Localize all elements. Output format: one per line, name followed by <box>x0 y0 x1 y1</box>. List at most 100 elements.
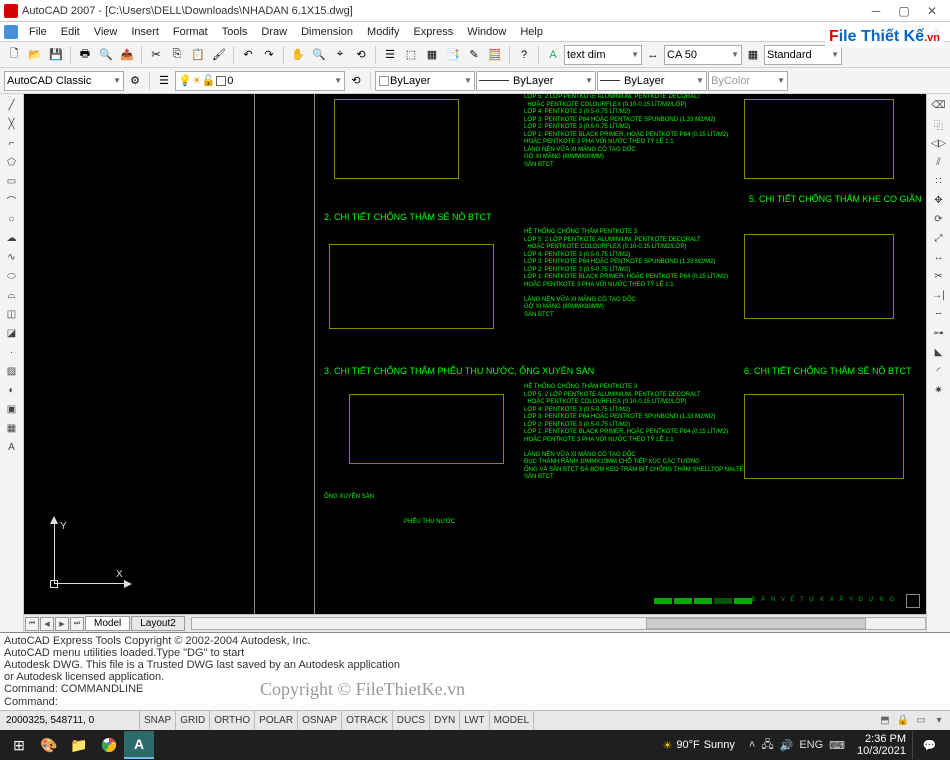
zoom-realtime-icon[interactable]: 🔍 <box>309 45 329 65</box>
trim-icon[interactable]: ✂ <box>930 267 948 285</box>
menu-file[interactable]: File <box>22 24 54 40</box>
design-center-icon[interactable]: ⬚ <box>401 45 421 65</box>
break-icon[interactable]: ╌ <box>930 305 948 323</box>
toggle-grid[interactable]: GRID <box>176 711 210 730</box>
stretch-icon[interactable]: ↔ <box>930 248 948 266</box>
copy-icon[interactable]: ⎘ <box>167 45 187 65</box>
arc-icon[interactable]: ⌒ <box>3 191 21 209</box>
toggle-osnap[interactable]: OSNAP <box>298 711 342 730</box>
cut-icon[interactable]: ✂ <box>146 45 166 65</box>
menu-window[interactable]: Window <box>460 24 513 40</box>
make-block-icon[interactable]: ◪ <box>3 324 21 342</box>
tool-palettes-icon[interactable]: ▦ <box>422 45 442 65</box>
join-icon[interactable]: ⊶ <box>930 324 948 342</box>
print-preview-icon[interactable]: 🔍 <box>96 45 116 65</box>
toolbar-lock-icon[interactable]: 🔒 <box>896 714 910 728</box>
lineweight-combo[interactable]: ByLayer▼ <box>597 71 707 91</box>
notification-center-icon[interactable]: 💬 <box>912 731 946 759</box>
point-icon[interactable]: · <box>3 343 21 361</box>
menu-dimension[interactable]: Dimension <box>294 24 360 40</box>
extend-icon[interactable]: →| <box>930 286 948 304</box>
dimstyle-combo[interactable]: CA 50▼ <box>664 45 742 65</box>
zoom-window-icon[interactable]: ⌖ <box>330 45 350 65</box>
menu-edit[interactable]: Edit <box>54 24 87 40</box>
ellipse-icon[interactable]: ⬭ <box>3 267 21 285</box>
mdi-restore[interactable]: ❐ <box>910 24 928 40</box>
workspace-settings-icon[interactable]: ⚙ <box>125 71 145 91</box>
menu-format[interactable]: Format <box>166 24 215 40</box>
tab-layout2[interactable]: Layout2 <box>131 616 185 631</box>
window-close[interactable]: ✕ <box>918 1 946 21</box>
fillet-icon[interactable]: ◜ <box>930 362 948 380</box>
clean-screen-icon[interactable]: ▭ <box>914 714 928 728</box>
polygon-icon[interactable]: ⬠ <box>3 153 21 171</box>
circle-icon[interactable]: ○ <box>3 210 21 228</box>
layer-combo[interactable]: 💡 ☀ 🔓 0 ▼ <box>175 71 345 91</box>
spline-icon[interactable]: ∿ <box>3 248 21 266</box>
line-icon[interactable]: ╱ <box>3 96 21 114</box>
window-maximize[interactable]: ▢ <box>890 1 918 21</box>
toggle-polar[interactable]: POLAR <box>255 711 298 730</box>
gradient-icon[interactable]: ◐ <box>3 381 21 399</box>
menu-express[interactable]: Express <box>406 24 460 40</box>
open-icon[interactable]: 📂 <box>25 45 45 65</box>
taskbar-autocad-icon[interactable]: A <box>124 731 154 759</box>
menu-modify[interactable]: Modify <box>360 24 406 40</box>
window-minimize[interactable]: ─ <box>862 1 890 21</box>
toggle-snap[interactable]: SNAP <box>140 711 176 730</box>
erase-icon[interactable]: ⌫ <box>930 96 948 114</box>
menu-help[interactable]: Help <box>513 24 550 40</box>
toggle-model[interactable]: MODEL <box>490 711 535 730</box>
table-icon[interactable]: ▦ <box>3 419 21 437</box>
color-combo[interactable]: ByLayer▼ <box>375 71 475 91</box>
print-icon[interactable]: 🖶 <box>75 45 95 65</box>
ellipse-arc-icon[interactable]: ⌓ <box>3 286 21 304</box>
tablestyle-combo[interactable]: Standard▼ <box>764 45 842 65</box>
toggle-dyn[interactable]: DYN <box>430 711 460 730</box>
tray-keyboard-icon[interactable]: ⌨ <box>829 739 845 752</box>
tray-chevron-icon[interactable]: ˄ <box>749 739 755 751</box>
help-icon[interactable]: ? <box>514 45 534 65</box>
match-properties-icon[interactable]: 🖌 <box>209 45 229 65</box>
scale-icon[interactable]: ⤢ <box>930 229 948 247</box>
tray-network-icon[interactable]: 🖧 <box>761 736 773 755</box>
command-window[interactable]: AutoCAD Express Tools Copyright © 2002-2… <box>0 632 950 710</box>
tab-model[interactable]: Model <box>85 616 130 631</box>
rotate-icon[interactable]: ⟳ <box>930 210 948 228</box>
revision-cloud-icon[interactable]: ☁ <box>3 229 21 247</box>
save-icon[interactable]: 💾 <box>46 45 66 65</box>
tab-nav-prev[interactable]: ◀ <box>40 617 54 631</box>
quickcalc-icon[interactable]: 🧮 <box>485 45 505 65</box>
hscroll-thumb[interactable] <box>646 618 866 629</box>
taskbar-paint3d-icon[interactable]: 🎨 <box>34 731 64 759</box>
mdi-minimize[interactable]: ─ <box>892 24 910 40</box>
tray-menu-icon[interactable]: ▾ <box>932 714 946 728</box>
hatch-icon[interactable]: ▨ <box>3 362 21 380</box>
tab-nav-next[interactable]: ▶ <box>55 617 69 631</box>
layer-properties-icon[interactable]: ☰ <box>154 71 174 91</box>
taskbar-chrome-icon[interactable] <box>94 731 124 759</box>
copy-obj-icon[interactable]: ⿻ <box>930 115 948 133</box>
drawing-canvas[interactable]: LỚP 5: 2 LỚP PENTKOTE ALUMINIUM, PENTKOT… <box>24 94 926 614</box>
menu-tools[interactable]: Tools <box>215 24 255 40</box>
polyline-icon[interactable]: ⌐ <box>3 134 21 152</box>
mdi-close[interactable]: ✕ <box>928 24 946 40</box>
textstyle-combo[interactable]: text dim▼ <box>564 45 642 65</box>
paste-icon[interactable]: 📋 <box>188 45 208 65</box>
pan-icon[interactable]: ✋ <box>288 45 308 65</box>
mirror-icon[interactable]: ◁▷ <box>930 134 948 152</box>
tab-nav-last[interactable]: ⏭ <box>70 617 84 631</box>
move-icon[interactable]: ✥ <box>930 191 948 209</box>
menu-view[interactable]: View <box>87 24 125 40</box>
region-icon[interactable]: ▣ <box>3 400 21 418</box>
publish-icon[interactable]: 📤 <box>117 45 137 65</box>
explode-icon[interactable]: ✷ <box>930 381 948 399</box>
coordinates-display[interactable]: 2000325, 548711, 0 <box>0 711 140 730</box>
toggle-otrack[interactable]: OTRACK <box>342 711 393 730</box>
zoom-previous-icon[interactable]: ⟲ <box>351 45 371 65</box>
properties-icon[interactable]: ☰ <box>380 45 400 65</box>
chamfer-icon[interactable]: ◣ <box>930 343 948 361</box>
communication-center-icon[interactable]: ⬒ <box>878 714 892 728</box>
table-style-icon[interactable]: ▦ <box>743 45 763 65</box>
linetype-combo[interactable]: ByLayer▼ <box>476 71 596 91</box>
